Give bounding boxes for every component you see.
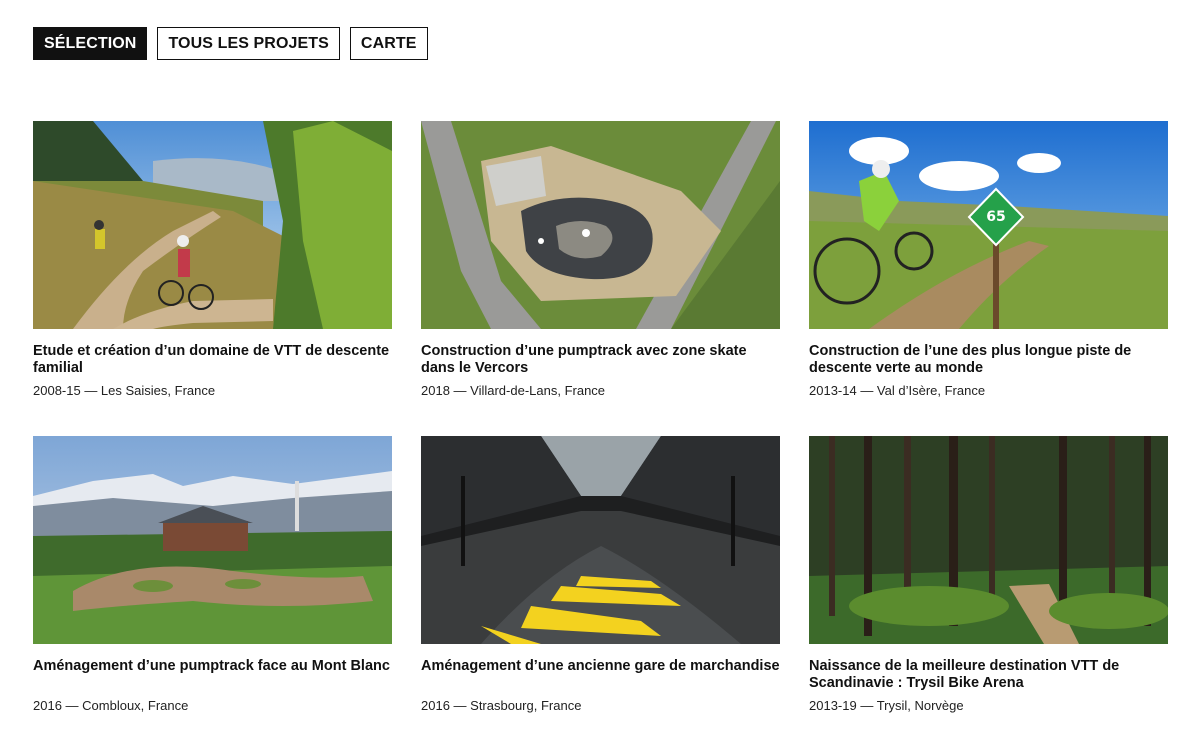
project-title[interactable]: Construction d’une pumptrack avec zone s… bbox=[421, 343, 780, 377]
project-title[interactable]: Aménagement d’une pumptrack face au Mont… bbox=[33, 658, 392, 692]
project-meta: 2016 — Combloux, France bbox=[33, 698, 189, 713]
project-image-bike-park[interactable] bbox=[33, 121, 392, 329]
project-image-forest-boardwalk[interactable] bbox=[809, 436, 1168, 644]
project-card[interactable]: Naissance de la meilleure destination VT… bbox=[809, 436, 1168, 713]
project-meta: 2013-14 — Val d’Isère, France bbox=[809, 383, 986, 398]
project-card[interactable]: Construction d’une pumptrack avec zone s… bbox=[421, 121, 780, 398]
project-title[interactable]: Naissance de la meilleure destination VT… bbox=[809, 658, 1168, 692]
project-image-aerial-pumptrack[interactable] bbox=[421, 121, 780, 329]
project-image-mont-blanc-pumptrack[interactable] bbox=[33, 436, 392, 644]
tab-all-projects[interactable]: TOUS LES PROJETS bbox=[157, 27, 340, 60]
project-card[interactable]: Aménagement d’une pumptrack face au Mont… bbox=[33, 436, 392, 713]
project-image-indoor-pumptrack[interactable] bbox=[421, 436, 780, 644]
project-card[interactable]: Aménagement d’une ancienne gare de march… bbox=[421, 436, 780, 713]
project-title[interactable]: Etude et création d’un domaine de VTT de… bbox=[33, 343, 392, 377]
project-filter-tabs: SÉLECTION TOUS LES PROJETS CARTE bbox=[33, 27, 428, 60]
project-meta: 2013-19 — Trysil, Norvège bbox=[809, 698, 964, 713]
svg-text:65: 65 bbox=[986, 209, 1005, 225]
tab-map[interactable]: CARTE bbox=[349, 27, 428, 60]
project-meta: 2008-15 — Les Saisies, France bbox=[33, 383, 216, 398]
project-meta: 2018 — Villard-de-Lans, France bbox=[421, 383, 606, 398]
project-card[interactable]: 65 Construction de l’une des plus longue… bbox=[809, 121, 1168, 398]
project-card[interactable]: Etude et création d’un domaine de VTT de… bbox=[33, 121, 392, 398]
project-title[interactable]: Construction de l’une des plus longue pi… bbox=[809, 343, 1168, 377]
project-title[interactable]: Aménagement d’une ancienne gare de march… bbox=[421, 658, 780, 692]
project-grid: Etude et création d’un domaine de VTT de… bbox=[33, 121, 1168, 713]
tab-selection[interactable]: SÉLECTION bbox=[33, 27, 148, 60]
project-image-green-trail[interactable]: 65 bbox=[809, 121, 1168, 329]
project-meta: 2016 — Strasbourg, France bbox=[421, 698, 582, 713]
